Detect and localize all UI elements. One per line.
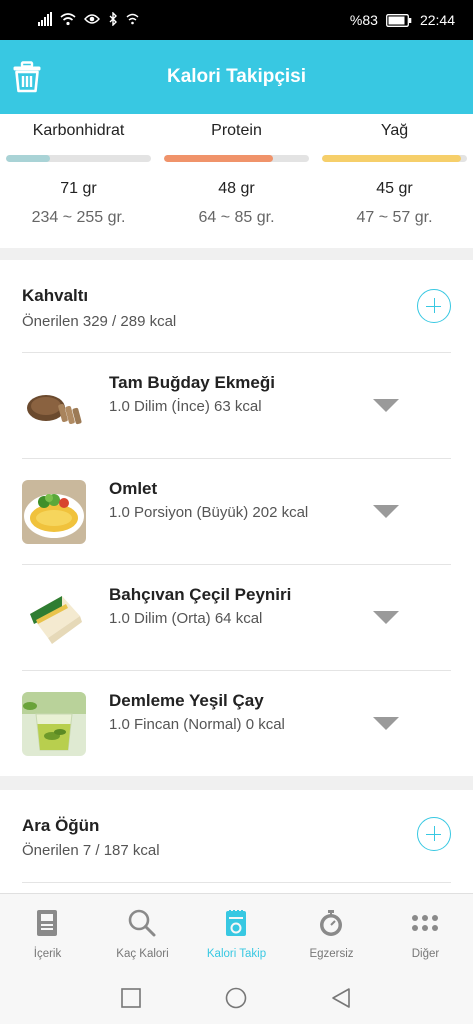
macro-progress-fill [164,155,273,162]
macro-progress-fill [6,155,50,162]
bread-image [22,374,86,438]
system-navigation [0,973,473,1024]
macro-value: 45 gr [376,180,413,197]
macro-label: Karbonhidrat [32,122,125,139]
nav-label: İçerik [33,948,62,960]
eye-icon [84,14,100,24]
nav-label: Egzersiz [309,948,354,960]
nav-item-egzersiz[interactable]: Egzersiz [284,894,379,974]
meal-recommended: Önerilen 329 / 289 kcal [22,313,177,330]
omelette-image [22,480,86,544]
nav-item-kalori-takip[interactable]: Kalori Takip [189,894,284,974]
cheese-image [22,586,86,650]
document-icon [37,910,57,936]
wifi-icon [60,13,76,26]
battery-icon [386,13,412,27]
chevron-down-icon[interactable] [373,611,399,624]
macro-progress-track [6,155,151,162]
clock: 22:44 [419,12,455,28]
add-food-button[interactable] [417,289,451,323]
divider [22,882,451,883]
food-name: Omlet [109,479,158,498]
macro-progress-fill [322,155,462,162]
search-icon [128,909,156,937]
meal-snack: Ara Öğün Önerilen 7 / 187 kcal [0,790,473,893]
food-detail: 1.0 Dilim (Orta) 64 kcal [109,610,263,627]
signal-icon [38,12,52,26]
macro-label: Yağ [380,122,409,139]
bluetooth-icon [109,12,117,26]
nav-label: Diğer [411,948,440,960]
back-icon[interactable] [330,987,352,1009]
stopwatch-icon [320,910,342,936]
chevron-down-icon[interactable] [373,505,399,518]
chevron-down-icon[interactable] [373,717,399,730]
nav-item-icerik[interactable]: İçerik [0,894,95,974]
macro-progress-track [322,155,467,162]
macro-range: 47 ~ 57 gr. [356,209,433,226]
macro-range: 234 ~ 255 gr. [31,209,126,226]
status-icons [38,12,139,26]
chevron-down-icon[interactable] [373,399,399,412]
macro-progress-track [164,155,309,162]
recent-apps-icon[interactable] [121,988,141,1008]
wifi-small-icon [126,13,139,25]
food-name: Bahçıvan Çeçil Peyniri [109,585,292,604]
food-detail: 1.0 Fincan (Normal) 0 kcal [109,716,285,733]
food-name: Demleme Yeşil Çay [109,691,264,710]
meal-recommended: Önerilen 7 / 187 kcal [22,842,160,859]
food-item[interactable]: Omlet 1.0 Porsiyon (Büyük) 202 kcal [0,459,473,565]
bottom-nav: İçerik Kaç Kalori Kalori Takip Egzersiz … [0,893,473,973]
status-right: %83 22:44 [350,12,455,28]
nav-label: Kaç Kalori [116,948,169,960]
battery-percent: %83 [349,12,378,28]
page-title: Kalori Takipçisi [166,66,307,87]
macro-label: Protein [211,122,262,139]
meal-title: Kahvaltı [22,286,89,305]
more-dots-icon [412,915,438,931]
food-detail: 1.0 Dilim (İnce) 63 kcal [109,398,262,415]
food-item[interactable]: Bahçıvan Çeçil Peyniri 1.0 Dilim (Orta) … [0,565,473,671]
green-tea-image [22,692,86,756]
meal-title: Ara Öğün [22,816,100,835]
add-food-button[interactable] [417,817,451,851]
macro-range: 64 ~ 85 gr. [198,209,275,226]
food-item[interactable]: Tam Buğday Ekmeği 1.0 Dilim (İnce) 63 kc… [0,353,473,459]
nav-label: Kalori Takip [206,948,267,960]
food-name: Tam Buğday Ekmeği [109,373,275,392]
app-header: Kalori Takipçisi [0,40,473,114]
macro-summary: Karbonhidrat 71 gr 234 ~ 255 gr. Protein… [0,114,473,248]
calorie-tracker-icon [226,910,246,936]
food-detail: 1.0 Porsiyon (Büyük) 202 kcal [109,504,309,521]
status-bar: %83 22:44 [0,0,473,40]
food-item[interactable]: Demleme Yeşil Çay 1.0 Fincan (Normal) 0 … [0,671,473,777]
home-icon[interactable] [225,987,247,1009]
nav-item-kac-kalori[interactable]: Kaç Kalori [95,894,190,974]
macro-value: 48 gr [218,180,255,197]
nav-item-diger[interactable]: Diğer [378,894,473,974]
meal-breakfast: Kahvaltı Önerilen 329 / 289 kcal Tam Buğ… [0,260,473,776]
macro-value: 71 gr [60,180,97,197]
